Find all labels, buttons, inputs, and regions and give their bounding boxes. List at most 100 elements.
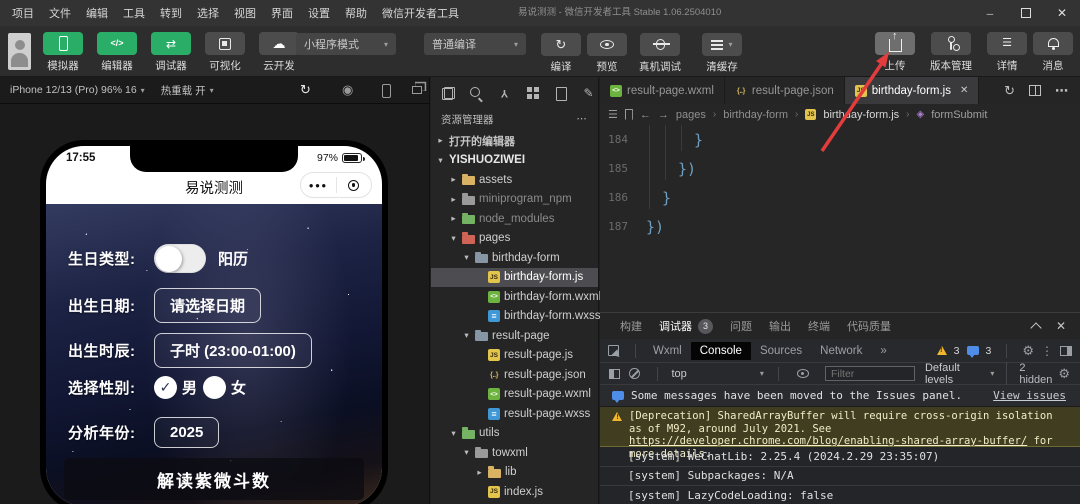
menu-project[interactable]: 项目 <box>12 5 34 21</box>
compile-mode-select[interactable]: 普通编译 ▾ <box>424 33 526 55</box>
file-icon[interactable] <box>553 86 568 101</box>
birth-date-picker[interactable]: 请选择日期 <box>154 288 262 323</box>
more-actions-icon[interactable] <box>1055 84 1068 97</box>
tree-item-towxml[interactable]: ▾ towxml <box>431 443 598 463</box>
tab-code-quality[interactable]: 代码质量 <box>847 318 891 334</box>
devtools-tab-wxml[interactable]: Wxml <box>644 342 691 360</box>
close-tab-icon[interactable]: ✕ <box>960 85 968 96</box>
tree-item-miniprogram-npm[interactable]: ▸ miniprogram_npm <box>431 190 598 210</box>
debugger-button[interactable]: 调试器 <box>144 32 198 73</box>
edit-icon[interactable] <box>581 86 596 101</box>
calendar-type-toggle[interactable] <box>154 244 206 273</box>
live-expression-icon[interactable] <box>796 369 809 378</box>
files-icon[interactable] <box>441 86 456 101</box>
tree-item-assets[interactable]: ▸ assets <box>431 170 598 190</box>
tab-problems[interactable]: 问题 <box>730 318 752 334</box>
close-panel-icon[interactable]: ✕ <box>1056 319 1066 333</box>
tab-output[interactable]: 输出 <box>769 318 791 334</box>
simulator-button[interactable]: 模拟器 <box>36 32 90 73</box>
deprecation-link[interactable]: https://developer.chrome.com/blog/enabli… <box>629 435 1027 447</box>
tree-item-result-page-folder[interactable]: ▾ result-page <box>431 326 598 346</box>
capsule-close-icon[interactable] <box>337 179 372 191</box>
menu-tools[interactable]: 工具 <box>123 5 145 21</box>
tree-item-root[interactable]: ▾ YISHUOZIWEI <box>431 151 598 171</box>
warning-count[interactable]: 3 <box>954 345 960 357</box>
windows-icon[interactable] <box>412 86 422 94</box>
tree-item-open-editors[interactable]: ▸ 打开的编辑器 <box>431 131 598 151</box>
bookmark-icon[interactable] <box>624 109 633 120</box>
more-dots-icon[interactable]: ●●● <box>301 181 336 190</box>
tree-item-node-modules[interactable]: ▸ node_modules <box>431 209 598 229</box>
source-control-icon[interactable] <box>497 86 512 101</box>
messages-button[interactable]: 消息 <box>1026 32 1080 73</box>
mode-select[interactable]: 小程序模式 ▾ <box>296 33 396 55</box>
close-button[interactable] <box>1044 0 1080 26</box>
device-select[interactable]: iPhone 12/13 (Pro) 96% 16 ▾ <box>10 84 145 96</box>
version-control-button[interactable]: 版本管理 <box>918 32 984 73</box>
expand-panel-icon[interactable] <box>1030 322 1042 334</box>
birth-hour-picker[interactable]: 子时 (23:00-01:00) <box>154 333 312 368</box>
restart-icon[interactable] <box>300 83 311 96</box>
devtools-tab-sources[interactable]: Sources <box>751 342 811 360</box>
menu-view[interactable]: 视图 <box>234 5 256 21</box>
extensions-icon[interactable] <box>525 86 540 101</box>
devtools-tab-console[interactable]: Console <box>690 341 751 360</box>
tree-item-pages[interactable]: ▾ pages <box>431 229 598 249</box>
tree-item-lib[interactable]: ▸ lib <box>431 463 598 483</box>
issues-count[interactable]: 3 <box>986 345 992 357</box>
menu-wechat-devtools[interactable]: 微信开发者工具 <box>382 5 459 21</box>
gear-icon[interactable] <box>1022 343 1034 359</box>
gender-female-radio[interactable] <box>203 376 227 399</box>
visualization-button[interactable]: 可视化 <box>198 32 252 73</box>
tree-item-result-page-js[interactable]: result-page.js <box>431 346 598 366</box>
upload-button[interactable]: 上传 <box>868 31 922 73</box>
console-settings-icon[interactable] <box>1058 366 1070 382</box>
device-debug-button[interactable]: 真机调试 <box>628 33 692 74</box>
avatar[interactable] <box>8 33 31 70</box>
more-tabs-icon[interactable]: » <box>871 342 895 360</box>
breadcrumb-birthday-form[interactable]: birthday-form <box>723 109 788 121</box>
menu-edit[interactable]: 编辑 <box>86 5 108 21</box>
editor-button[interactable]: 编辑器 <box>90 32 144 73</box>
clear-console-icon[interactable] <box>629 368 640 379</box>
dock-side-icon[interactable] <box>1060 345 1072 356</box>
split-editor-icon[interactable] <box>1029 85 1041 96</box>
menu-file[interactable]: 文件 <box>49 5 71 21</box>
tree-item-index-js[interactable]: index.js <box>431 482 598 502</box>
breadcrumb-symbol[interactable]: formSubmit <box>931 109 987 121</box>
devtools-tab-network[interactable]: Network <box>811 342 871 360</box>
record-icon[interactable] <box>342 83 353 96</box>
menu-select[interactable]: 选择 <box>197 5 219 21</box>
more-actions-icon[interactable]: ⋯ <box>577 113 589 125</box>
preview-button[interactable]: 预览 <box>580 33 634 74</box>
minimize-button[interactable] <box>972 0 1008 26</box>
clear-cache-button[interactable]: ▾ 清缓存 <box>692 33 752 74</box>
forward-icon[interactable]: → <box>658 109 669 121</box>
tree-item-result-page-wxss[interactable]: result-page.wxss <box>431 404 598 424</box>
tab-debugger[interactable]: 调试器 3 <box>659 318 713 334</box>
console-sidebar-icon[interactable] <box>609 368 621 379</box>
tree-item-birthday-form-wxss[interactable]: birthday-form.wxss <box>431 307 601 327</box>
log-levels-select[interactable]: Default levels ▾ <box>925 362 994 386</box>
menu-goto[interactable]: 转到 <box>160 5 182 21</box>
view-issues-link[interactable]: View issues <box>993 389 1066 402</box>
sync-icon[interactable] <box>1004 84 1015 97</box>
hot-reload-select[interactable]: 热重载 开 ▾ <box>161 83 214 98</box>
maximize-button[interactable] <box>1008 0 1044 26</box>
kebab-menu-icon[interactable] <box>1041 344 1053 358</box>
tree-item-utils[interactable]: ▾ utils <box>431 424 598 444</box>
breadcrumb-file[interactable]: birthday-form.js <box>823 109 899 121</box>
tab-build[interactable]: 构建 <box>620 318 642 334</box>
menu-interface[interactable]: 界面 <box>271 5 293 21</box>
back-icon[interactable]: ← <box>640 109 651 121</box>
tree-item-birthday-form-wxml[interactable]: birthday-form.wxml <box>431 287 601 307</box>
breadcrumb-pages[interactable]: pages <box>676 109 706 121</box>
year-picker[interactable]: 2025 <box>154 417 220 448</box>
gender-male-radio[interactable] <box>154 376 177 399</box>
hidden-messages-label[interactable]: 2 hidden <box>1006 361 1058 386</box>
tree-item-birthday-form-folder[interactable]: ▾ birthday-form <box>431 248 598 268</box>
search-icon[interactable] <box>469 86 484 101</box>
tab-terminal[interactable]: 终端 <box>808 318 830 334</box>
menu-help[interactable]: 帮助 <box>345 5 367 21</box>
submit-button[interactable]: 解读紫微斗数 <box>64 458 364 500</box>
